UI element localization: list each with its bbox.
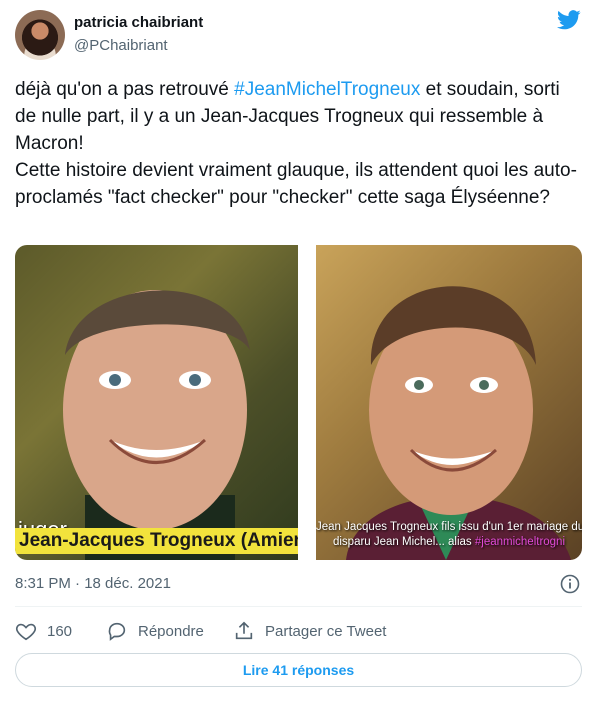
right-caption-line1: Jean Jacques Trogneux fils issu d'un 1er… xyxy=(316,521,582,533)
media-grid: juger Jean-Jacques Trogneux (Amien Jean … xyxy=(15,245,582,560)
right-caption: Jean Jacques Trogneux fils issu d'un 1er… xyxy=(316,520,582,550)
read-replies-button[interactable]: Lire 41 réponses xyxy=(15,653,582,687)
tweet-card: patricia chaibriant @PChaibriant déjà qu… xyxy=(0,0,597,703)
like-button[interactable]: 160 xyxy=(15,620,72,642)
like-count: 160 xyxy=(47,622,73,640)
twitter-bird-icon[interactable] xyxy=(557,10,581,30)
right-caption-line2: disparu Jean Michel... alias #jeanmichel… xyxy=(316,535,582,550)
author-handle[interactable]: @PChaibriant xyxy=(74,37,168,54)
reply-label: Répondre xyxy=(138,622,204,640)
share-label: Partager ce Tweet xyxy=(265,622,387,640)
reply-bubble-icon xyxy=(108,622,126,641)
photo-right[interactable]: Jean Jacques Trogneux fils issu d'un 1er… xyxy=(316,245,582,560)
share-button[interactable]: Partager ce Tweet xyxy=(233,620,386,642)
left-caption: Jean-Jacques Trogneux (Amien xyxy=(15,528,298,554)
tweet-text-start: déjà qu'on a pas retrouvé xyxy=(15,79,235,100)
tweet-text: déjà qu'on a pas retrouvé #JeanMichelTro… xyxy=(15,76,585,211)
share-icon xyxy=(235,621,253,640)
hashtag-link[interactable]: #JeanMichelTrogneux xyxy=(234,79,420,100)
photo-left[interactable]: juger Jean-Jacques Trogneux (Amien xyxy=(15,245,298,560)
face-portrait-left xyxy=(63,290,250,560)
reply-button[interactable]: Répondre xyxy=(106,620,204,642)
tweet-timestamp[interactable]: 8:31 PM · 18 déc. 2021 xyxy=(15,575,171,592)
info-icon[interactable] xyxy=(560,574,580,594)
right-caption-line2-text: disparu Jean Michel... alias xyxy=(332,536,475,548)
avatar[interactable] xyxy=(15,10,65,60)
heart-icon xyxy=(15,623,37,641)
divider xyxy=(15,606,582,607)
author-name[interactable]: patricia chaibriant xyxy=(74,14,203,31)
media-gap xyxy=(298,245,316,560)
face-portrait-right xyxy=(346,286,571,560)
right-caption-hashtag: #jeanmicheltrogni xyxy=(474,536,566,548)
